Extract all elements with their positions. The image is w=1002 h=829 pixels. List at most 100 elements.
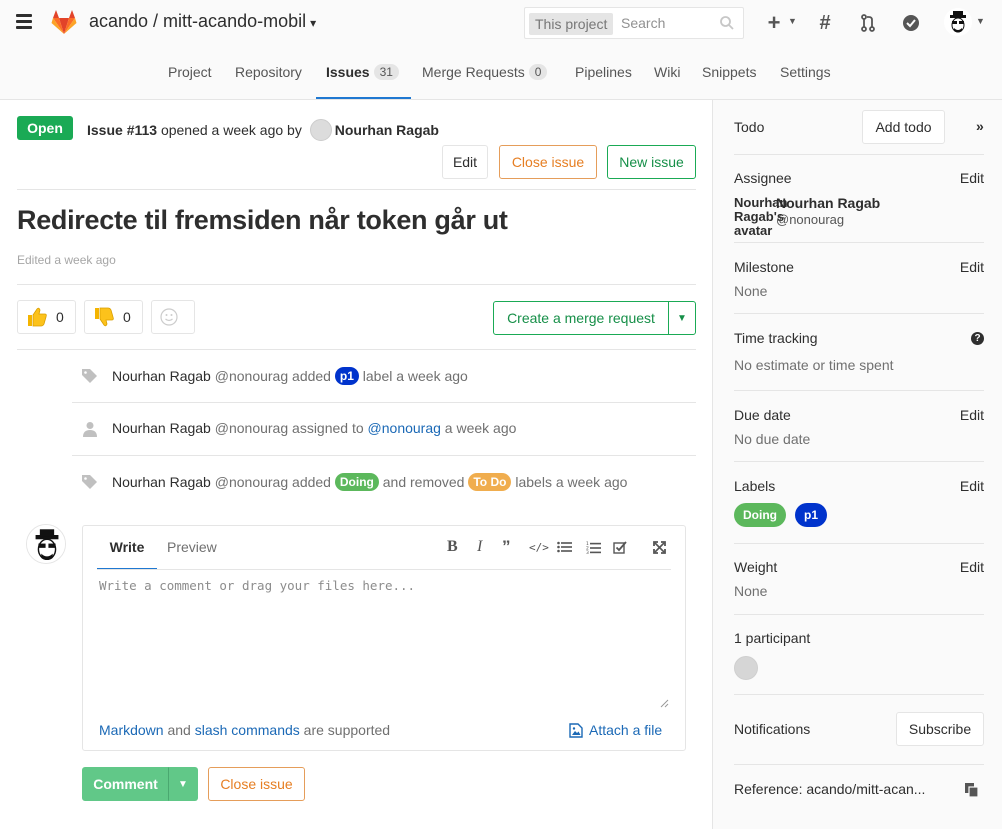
close-issue-button[interactable]: Close issue [499,145,597,179]
add-todo-button[interactable]: Add todo [862,110,945,144]
assignee-label: Assignee [734,170,792,186]
divider [734,543,984,544]
divider [17,189,696,190]
participant-avatar[interactable] [734,656,758,680]
tab-merge-requests[interactable]: Merge Requests 0 [422,46,548,99]
tab-pipelines[interactable]: Pipelines [575,46,632,99]
top-navbar: acando / mitt-acando-mobil ▾ This project… [0,0,1002,46]
tab-preview[interactable]: Preview [167,526,217,570]
issue-opened-text: opened a week ago by [157,122,306,138]
due-date-label: Due date [734,407,791,423]
event-text: Nourhan Ragab @nonourag added p1 label a… [112,367,468,385]
gitlab-logo[interactable] [50,8,78,36]
event-author[interactable]: Nourhan Ragab [112,368,211,384]
assignee-edit-link[interactable]: Edit [960,170,984,186]
copy-icon[interactable] [964,782,980,798]
comment-button[interactable]: Comment [82,767,169,801]
tag-icon [82,475,97,489]
labels-edit-link[interactable]: Edit [960,478,984,494]
image-file-icon [569,722,583,738]
thumbs-up-button[interactable]: 0 [17,300,76,334]
chevron-down-icon: ▼ [976,16,985,26]
tab-repository[interactable]: Repository [235,46,302,99]
close-issue-button-bottom[interactable]: Close issue [208,767,305,801]
author-name[interactable]: Nourhan Ragab [335,122,439,138]
label-todo[interactable]: To Do [468,473,512,491]
chevron-down-icon: ▼ [178,778,188,790]
todo-label: Todo [734,119,765,135]
thumbs-down-icon [95,307,114,327]
quote-icon[interactable]: ” [502,537,511,556]
search-box[interactable]: This project [524,7,744,39]
event-username[interactable]: @nonourag [215,474,288,490]
slash-commands-link[interactable]: slash commands [195,722,300,738]
comment-textarea[interactable] [97,578,671,710]
tab-wiki[interactable]: Wiki [654,46,680,99]
subscribe-button[interactable]: Subscribe [896,712,984,746]
event-username[interactable]: @nonourag [215,368,288,384]
task-list-icon[interactable] [613,538,627,556]
smiley-icon [160,308,178,326]
edit-button[interactable]: Edit [442,145,488,179]
plus-icon[interactable]: + [762,10,786,35]
divider [734,764,984,765]
attach-file-link[interactable]: Attach a file [569,722,662,738]
project-title[interactable]: acando / mitt-acando-mobil ▾ [89,11,316,32]
create-merge-request-button[interactable]: Create a merge request [493,301,669,335]
new-issue-button[interactable]: New issue [607,145,696,179]
attach-file-label: Attach a file [589,722,663,738]
comment-type-dropdown[interactable]: ▼ [168,767,198,801]
add-emoji-button[interactable] [151,300,195,334]
event-time-text: a week ago [440,420,517,436]
event-author[interactable]: Nourhan Ragab [112,420,211,436]
assignee-name[interactable]: Nourhan Ragab [776,195,880,211]
event-action-text: assigned to [288,420,368,436]
label-doing[interactable]: Doing [334,473,379,491]
tab-snippets[interactable]: Snippets [702,46,756,99]
merge-requests-count-badge: 0 [528,64,548,80]
weight-edit-link[interactable]: Edit [960,559,984,575]
help-icon[interactable]: ? [971,332,984,345]
user-icon [83,422,97,437]
divider [17,284,696,285]
event-text: Nourhan Ragab @nonourag added Doing and … [112,473,627,491]
search-input[interactable] [621,8,721,38]
resize-handle-icon[interactable] [659,698,669,708]
tab-issues[interactable]: Issues 31 [316,46,411,99]
sidebar-label-p1[interactable]: p1 [795,503,828,527]
tab-settings[interactable]: Settings [780,46,831,99]
search-scope-badge[interactable]: This project [529,13,614,35]
bold-icon[interactable]: B [447,538,458,556]
code-icon[interactable]: </> [529,538,549,556]
assignee-username: @nonourag [776,212,845,227]
event-time-text: label a week ago [358,368,468,384]
author-avatar[interactable] [309,119,332,141]
fullscreen-icon[interactable] [653,538,666,556]
create-merge-request-dropdown[interactable]: ▼ [668,301,696,335]
hash-icon[interactable]: # [813,11,837,35]
numbered-list-icon[interactable]: 123 [586,538,601,556]
tab-write[interactable]: Write [97,526,157,570]
divider [734,313,984,314]
user-mention-link[interactable]: @nonourag [368,420,441,436]
user-avatar[interactable] [944,8,972,36]
italic-icon[interactable]: I [477,538,482,556]
label-p1[interactable]: p1 [334,367,359,385]
thumbs-down-button[interactable]: 0 [84,300,143,334]
collapse-sidebar-icon[interactable]: » [976,118,984,134]
issue-reference: Reference: acando/mitt-acan... [734,781,926,797]
event-username[interactable]: @nonourag [215,420,288,436]
search-icon[interactable] [719,15,735,31]
merge-request-icon[interactable] [856,11,880,35]
issue-meta: Issue #113 opened a week ago by Nourhan … [87,119,439,141]
bullet-list-icon[interactable] [557,538,572,556]
event-author[interactable]: Nourhan Ragab [112,474,211,490]
tab-project[interactable]: Project [168,46,212,99]
due-date-edit-link[interactable]: Edit [960,407,984,423]
menu-icon[interactable] [16,14,32,30]
tab-issues-label: Issues [326,64,370,80]
sidebar-label-doing[interactable]: Doing [734,503,786,527]
todo-icon[interactable] [899,11,923,35]
markdown-link[interactable]: Markdown [99,722,164,738]
milestone-edit-link[interactable]: Edit [960,259,984,275]
